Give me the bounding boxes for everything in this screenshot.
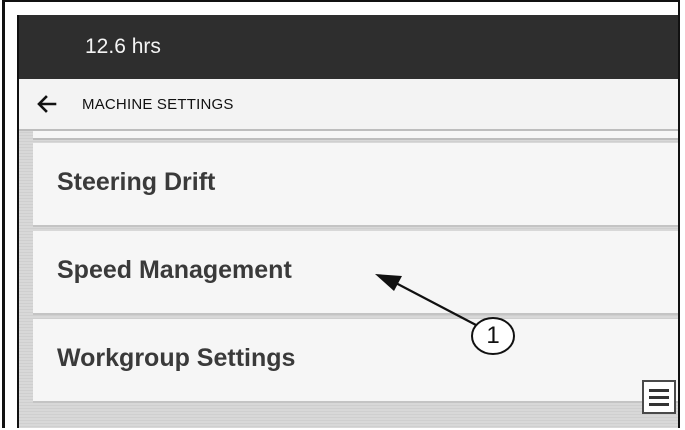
list-item-speed-management[interactable]: Speed Management: [33, 231, 678, 315]
list-item-label: Steering Drift: [57, 168, 216, 196]
list-item-label: Speed Management: [57, 256, 292, 284]
screen-frame: 12.6 hrs MACHINE SETTINGS Steering Drift…: [2, 0, 680, 428]
list-item-steering-drift[interactable]: Steering Drift: [33, 143, 678, 227]
header-bar: MACHINE SETTINGS: [19, 79, 678, 131]
callout-number: 1: [486, 322, 500, 349]
settings-list: Steering Drift Speed Management Workgrou…: [19, 131, 678, 428]
list-item-partial[interactable]: [33, 131, 678, 140]
engine-hours: 12.6 hrs: [85, 35, 161, 58]
menu-bar-line: [649, 396, 669, 399]
arrow-left-icon[interactable]: [35, 92, 59, 116]
list-item-label: Workgroup Settings: [57, 344, 296, 372]
hamburger-menu-icon[interactable]: [642, 380, 676, 414]
menu-bar-line: [649, 403, 669, 406]
page-title: MACHINE SETTINGS: [82, 96, 234, 113]
menu-bar-line: [649, 389, 669, 392]
status-bar: 12.6 hrs: [19, 15, 678, 79]
display-screen: 12.6 hrs MACHINE SETTINGS Steering Drift…: [17, 15, 678, 428]
list-item-workgroup-settings[interactable]: Workgroup Settings: [33, 319, 678, 403]
